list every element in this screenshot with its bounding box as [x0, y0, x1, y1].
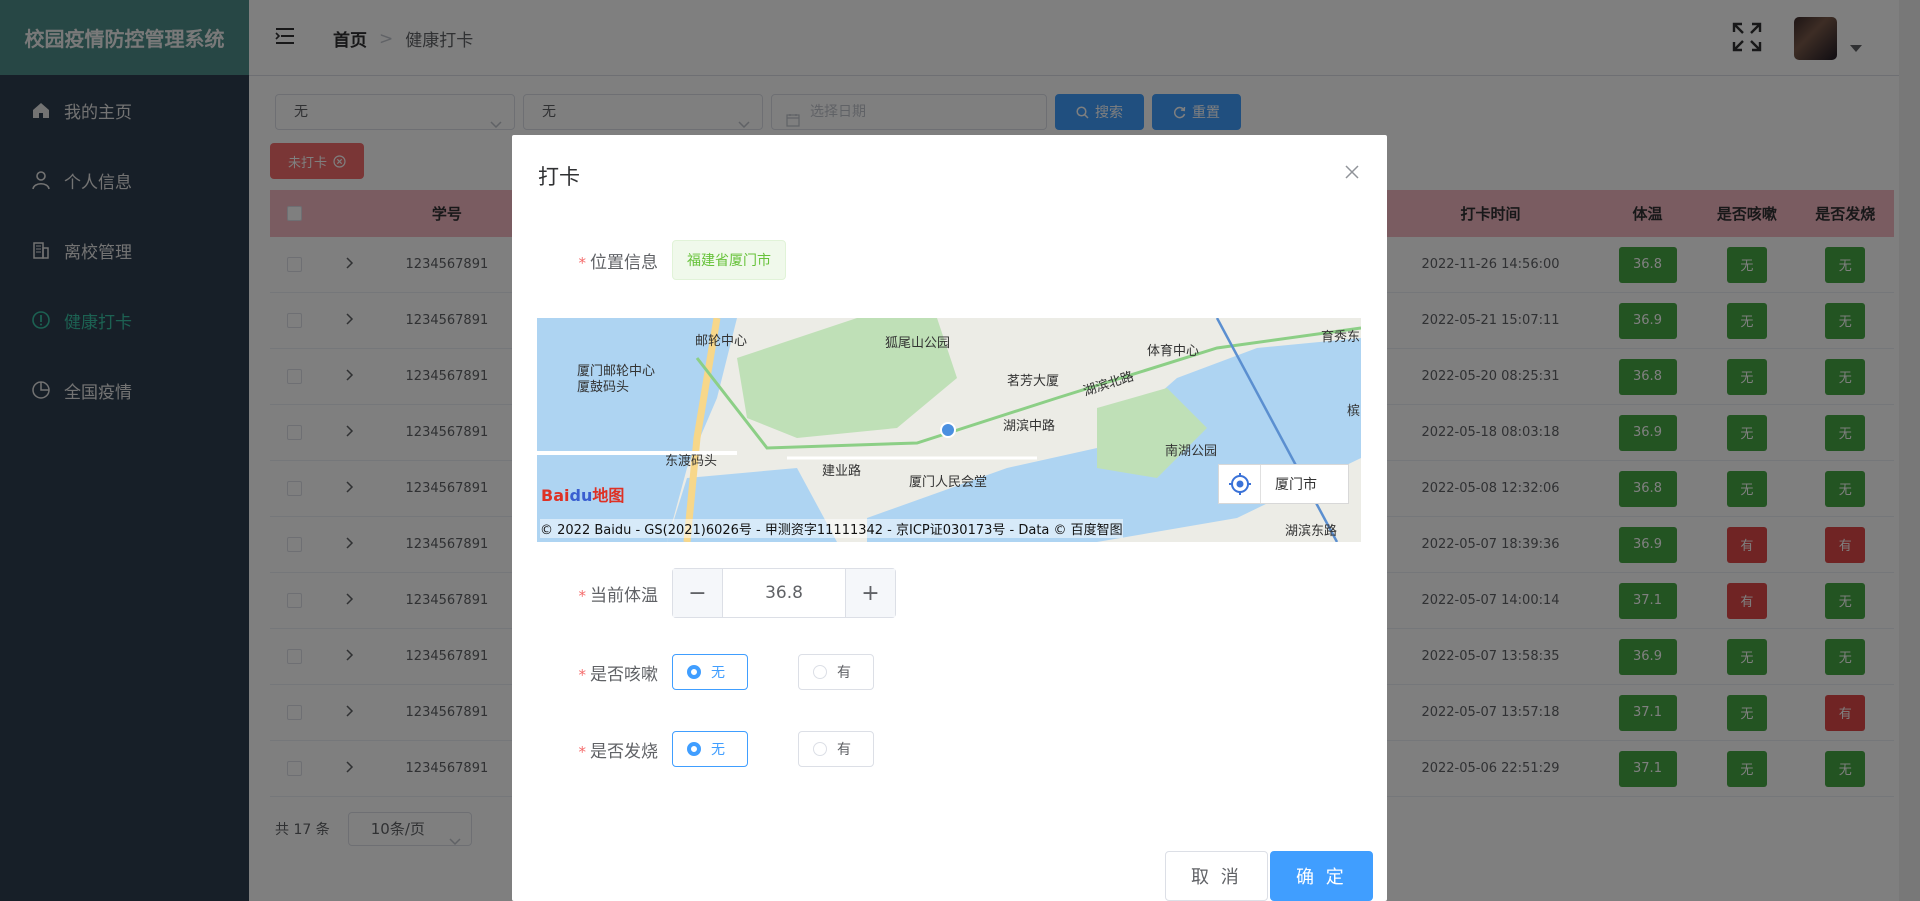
map-label: 东渡码头 — [665, 454, 718, 469]
map-label: 体育中心 — [1147, 344, 1200, 359]
map-label: 育秀东 — [1321, 330, 1361, 345]
cough-label: * 是否咳嗽 — [578, 664, 659, 685]
map-copyright: © 2022 Baidu - GS(2021)6026号 - 甲测资字11111… — [540, 519, 1123, 538]
location-label: * 位置信息 — [578, 252, 659, 273]
checkin-dialog: 打卡 * 位置信息 福建省厦门市 邮轮中心 狐尾山公园 厦门邮轮中心 厦鼓码头 东… — [512, 135, 1387, 901]
decrement-button[interactable]: − — [673, 569, 723, 617]
map-label: 建业路 — [822, 464, 862, 479]
baidu-map-logo: Baidu地图 — [541, 486, 625, 505]
map-label: 厦门人民会堂 — [909, 475, 988, 490]
map-background — [537, 318, 1361, 542]
map-label: 狐尾山公园 — [885, 336, 951, 351]
cancel-button[interactable]: 取 消 — [1165, 851, 1268, 901]
confirm-button[interactable]: 确 定 — [1270, 851, 1373, 901]
fever-radio-no[interactable]: 无 — [672, 731, 748, 767]
form-row-fever: * 是否发烧 无 有 — [512, 731, 874, 767]
temperature-stepper[interactable]: − 36.8 + — [672, 568, 896, 618]
map-label: 槟 — [1347, 404, 1361, 419]
map-city-control[interactable]: 厦门市 — [1218, 464, 1349, 504]
fever-label: * 是否发烧 — [578, 741, 659, 762]
radio-dot — [813, 742, 827, 756]
map-label: 湖滨东路 — [1285, 524, 1338, 539]
map-label: 湖滨中路 — [1003, 419, 1056, 434]
location-map[interactable]: 邮轮中心 狐尾山公园 厦门邮轮中心 厦鼓码头 东渡码头 建业路 厦门人民会堂 茗… — [537, 318, 1361, 542]
map-label: 厦鼓码头 — [577, 380, 630, 395]
map-label: 茗芳大厦 — [1007, 374, 1060, 389]
map-city-label: 厦门市 — [1275, 477, 1317, 493]
cough-radio-yes[interactable]: 有 — [798, 654, 874, 690]
form-row-location: * 位置信息 福建省厦门市 — [512, 240, 786, 280]
cough-radio-no[interactable]: 无 — [672, 654, 748, 690]
map-label: 邮轮中心 — [695, 334, 748, 349]
form-row-temperature: * 当前体温 − 36.8 + — [512, 568, 896, 618]
location-tag: 福建省厦门市 — [672, 240, 786, 280]
increment-button[interactable]: + — [845, 569, 895, 617]
dialog-title: 打卡 — [538, 165, 580, 189]
radio-dot — [687, 742, 701, 756]
radio-dot — [687, 665, 701, 679]
locate-icon[interactable] — [1219, 465, 1261, 503]
form-row-cough: * 是否咳嗽 无 有 — [512, 654, 874, 690]
radio-dot — [813, 665, 827, 679]
fever-radio-yes[interactable]: 有 — [798, 731, 874, 767]
map-label: 南湖公园 — [1165, 444, 1218, 459]
temperature-input[interactable]: 36.8 — [723, 569, 845, 617]
close-icon[interactable] — [1345, 165, 1359, 183]
temperature-label: * 当前体温 — [578, 585, 659, 606]
